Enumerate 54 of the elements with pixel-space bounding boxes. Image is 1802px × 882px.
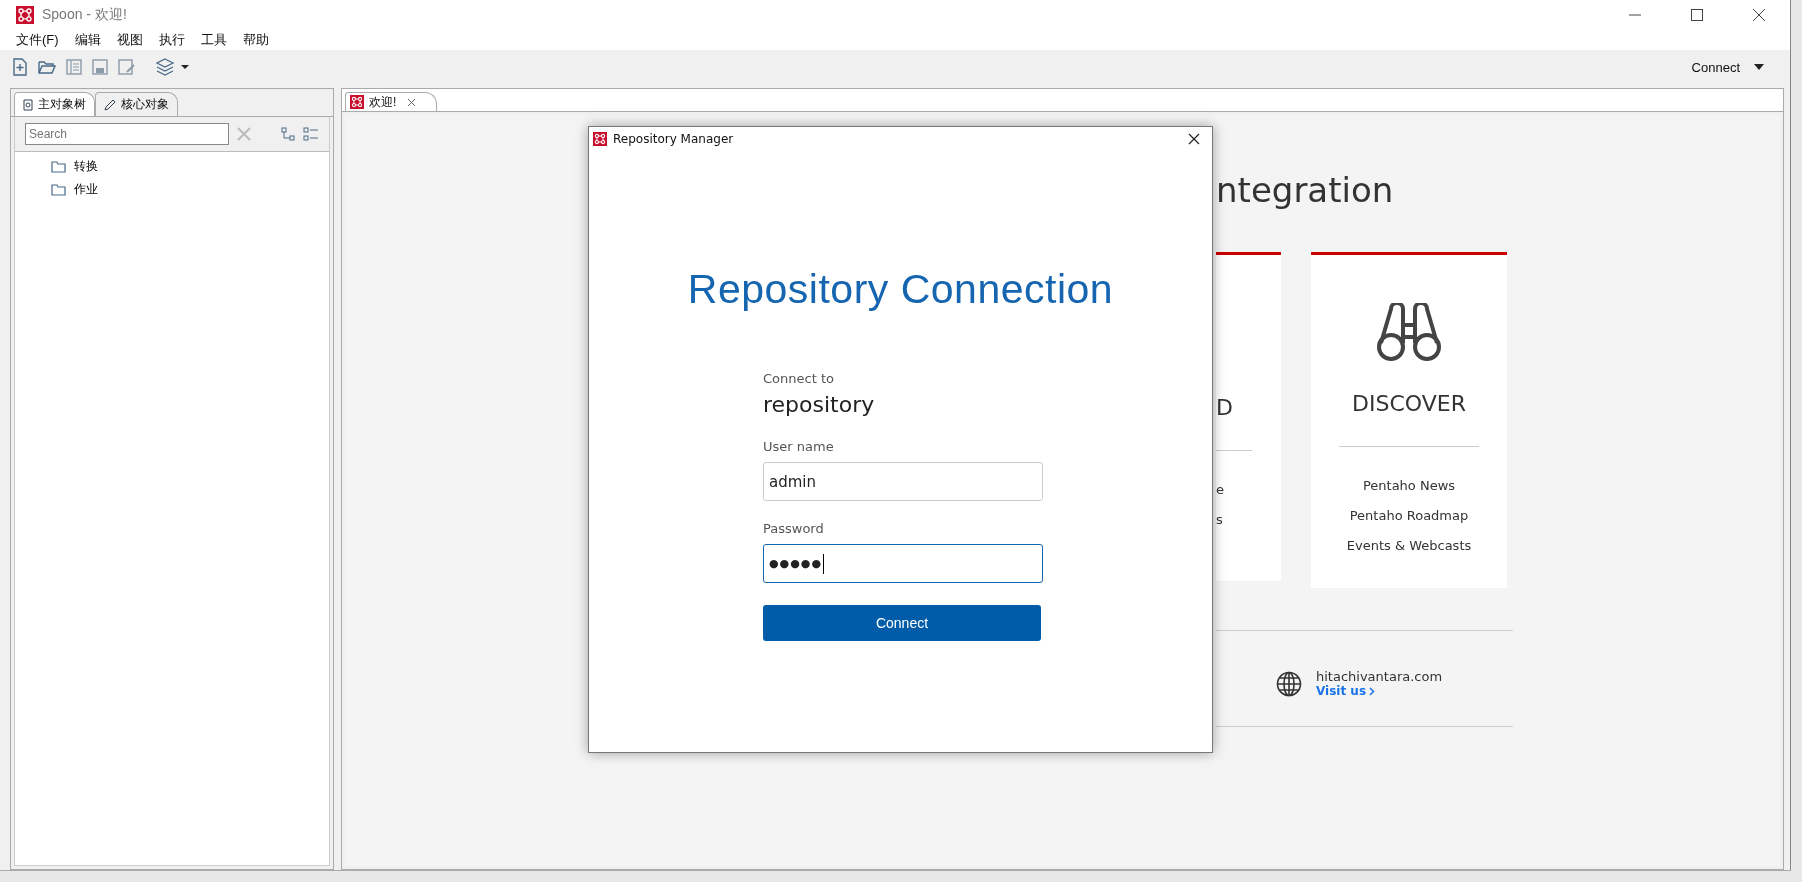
card-link[interactable]: Pentaho News: [1362, 471, 1456, 501]
site-name: hitachivantara.com: [1316, 669, 1443, 684]
connect-menu-button[interactable]: Connect: [1687, 57, 1768, 77]
editor-tab[interactable]: 欢迎!: [345, 92, 438, 111]
app-logo-icon: [16, 6, 34, 24]
open-folder-icon[interactable]: [38, 59, 56, 75]
username-field[interactable]: admin: [763, 462, 1043, 501]
menu-item[interactable]: 编辑: [72, 30, 103, 50]
field-label: Password: [763, 521, 825, 536]
window-title: Spoon - 欢迎!: [42, 6, 127, 24]
new-file-icon[interactable]: [12, 58, 28, 76]
caret-icon: [1754, 64, 1764, 70]
repository-name: repository: [763, 392, 876, 417]
card-title: DISCOVER: [1352, 391, 1466, 416]
chevron-icon: [1369, 686, 1376, 696]
dialog-title: Repository Manager: [613, 132, 734, 146]
card-link[interactable]: s: [1216, 505, 1223, 535]
search-document-icon: [23, 98, 33, 111]
welcome-heading: ntegration: [1216, 170, 1395, 210]
folder-icon: [51, 183, 66, 196]
panel-tab[interactable]: 核心对象: [95, 92, 178, 116]
menu-item[interactable]: 文件(F): [14, 30, 61, 50]
binoculars-icon: [1377, 303, 1441, 361]
tree-item[interactable]: 作业: [74, 181, 98, 198]
card-link[interactable]: e: [1216, 475, 1224, 505]
tree-item[interactable]: 转换: [74, 158, 98, 175]
save-as-icon[interactable]: [118, 59, 136, 75]
field-label: User name: [763, 439, 835, 454]
password-field[interactable]: ●●●●●: [763, 544, 1043, 583]
maximize-icon[interactable]: [1690, 8, 1704, 22]
close-icon[interactable]: [1188, 133, 1200, 145]
card-link[interactable]: Events & Webcasts: [1346, 531, 1472, 561]
visit-link[interactable]: Visit us: [1316, 684, 1443, 698]
menu-item[interactable]: 执行: [156, 30, 187, 50]
menu-item[interactable]: 帮助: [240, 30, 271, 50]
connect-button[interactable]: Connect: [763, 605, 1041, 641]
layers-icon[interactable]: [156, 58, 192, 76]
app-logo-icon: [593, 132, 607, 146]
app-logo-icon: [350, 95, 364, 109]
card-link[interactable]: Pentaho Roadmap: [1349, 501, 1469, 531]
pencil-icon: [104, 98, 116, 111]
dialog-heading: Repository Connection: [686, 266, 1115, 313]
search-field[interactable]: Search: [25, 123, 229, 145]
globe-icon: [1276, 670, 1302, 697]
list-view-icon[interactable]: [303, 127, 319, 141]
folder-icon: [51, 160, 66, 173]
save-icon[interactable]: [92, 59, 108, 75]
menu-item[interactable]: 工具: [198, 30, 229, 50]
card-title: D: [1216, 395, 1233, 420]
close-icon[interactable]: [1752, 8, 1766, 22]
menu-item[interactable]: 视图: [114, 30, 145, 50]
connect-to-label: Connect to: [763, 371, 835, 386]
panel-tab[interactable]: 主对象树: [14, 92, 95, 116]
tree-view-icon[interactable]: [281, 127, 295, 141]
